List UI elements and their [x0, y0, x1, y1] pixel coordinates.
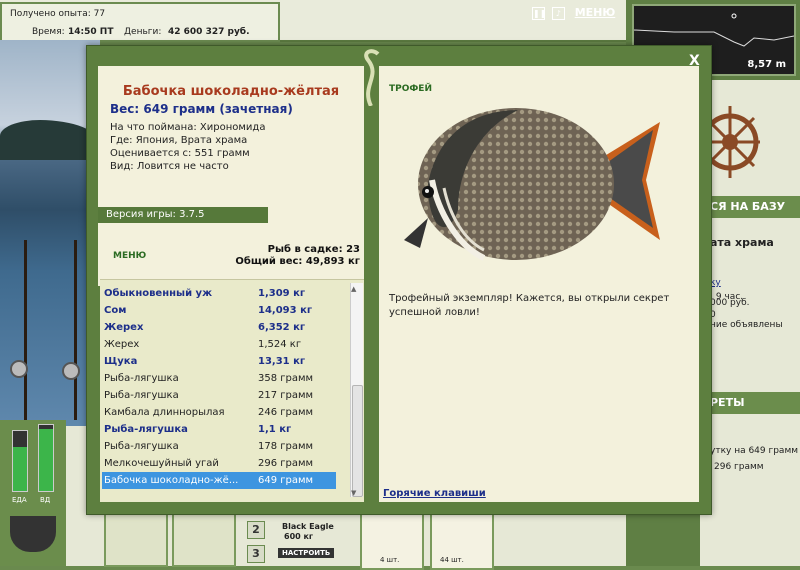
catch-row-weight: 246 грамм: [258, 407, 314, 418]
catch-list-row[interactable]: Рыба-лягушка 358 грамм: [102, 370, 336, 387]
top-icons: ❚❚ ♪ МЕНЮ: [532, 6, 615, 20]
catch-list-row[interactable]: Бабочка шоколадно-жё... 649 грамм: [102, 472, 336, 489]
scroll-up-icon[interactable]: ▲: [351, 285, 356, 293]
hook-qty: 4 шт.: [380, 556, 400, 564]
bait-slot[interactable]: [104, 513, 168, 567]
caught-on: На что поймана: Хирономида: [110, 122, 266, 133]
go-to-base-button[interactable]: СЯ НА БАЗУ: [700, 196, 800, 218]
side-line-3: 000 руб.: [710, 298, 750, 308]
catch-list-row[interactable]: Жерех 6,352 кг: [102, 319, 336, 336]
record-1: утку на 649 грамм: [710, 446, 799, 456]
fish-name: Бабочка шоколадно-жёлтая: [122, 84, 340, 99]
trophy-text: Трофейный экземпляр! Кажется, вы открыли…: [389, 293, 670, 318]
bucket-slot[interactable]: [172, 513, 236, 567]
catch-list-row[interactable]: Сом 14,093 кг: [102, 302, 336, 319]
catch-row-name: Рыба-лягушка: [104, 390, 179, 401]
setup-button[interactable]: НАСТРОИТЬ: [278, 548, 335, 558]
catch-row-weight: 358 грамм: [258, 373, 314, 384]
catch-list-row[interactable]: Жерех 1,524 кг: [102, 336, 336, 353]
catch-row-weight: 217 грамм: [258, 390, 314, 401]
catch-row-name: Рыба-лягушка: [104, 441, 179, 452]
catch-row-name: Рыба-лягушка: [104, 373, 179, 384]
catch-row-name: Камбала длиннорылая: [104, 407, 225, 418]
scroll-down-icon[interactable]: ▼: [351, 489, 356, 497]
hotkeys-link[interactable]: Горячие клавиши: [383, 488, 486, 499]
xp-label: Получено опыта: 77: [10, 9, 106, 19]
slot-3-button[interactable]: 3: [247, 545, 265, 563]
valued-from: Оценивается с: 551 грамм: [110, 148, 250, 159]
trophy-tag: ТРОФЕЙ: [389, 84, 432, 94]
catch-row-weight: 649 грамм: [258, 475, 314, 486]
catch-row-name: Рыба-лягушка: [104, 424, 188, 435]
money-value: 42 600 327 руб.: [168, 27, 250, 37]
catch-row-name: Сом: [104, 305, 127, 316]
fish-weight: Вес: 649 грамм (зачетная): [110, 102, 293, 116]
gear-name: Black Eagle: [282, 522, 334, 531]
sound-icon[interactable]: ♪: [551, 7, 565, 20]
food-gauge-label: ЕДА: [12, 496, 27, 504]
rod-1[interactable]: [24, 240, 27, 420]
catch-row-weight: 1,309 кг: [258, 288, 306, 299]
location-name: ата храма: [710, 236, 774, 249]
records-header[interactable]: РЕТЫ: [700, 392, 800, 414]
rod-2[interactable]: [74, 240, 77, 420]
catch-list-row[interactable]: Мелкочешуйный угай 296 грамм: [102, 455, 336, 472]
catch-row-name: Обыкновенный уж: [104, 288, 213, 299]
depth-value: 8,57 m: [747, 59, 786, 70]
catch-row-weight: 14,093 кг: [258, 305, 313, 316]
catch-row-weight: 296 грамм: [258, 458, 314, 469]
catch-row-weight: 6,352 кг: [258, 322, 306, 333]
fish-kind: Вид: Ловится не часто: [110, 161, 229, 172]
record-2: 296 грамм: [714, 462, 764, 472]
location: Где: Япония, Врата храма: [110, 135, 248, 146]
catch-row-name: Щука: [104, 356, 138, 367]
time-label: Время:: [32, 27, 65, 37]
catch-row-weight: 178 грамм: [258, 441, 314, 452]
catch-row-weight: 1,524 кг: [258, 339, 302, 350]
keepnet-count: Рыб в садке: 23: [267, 244, 360, 255]
catch-list-row[interactable]: Рыба-лягушка 1,1 кг: [102, 421, 336, 438]
time-value: 14:50 ПТ: [68, 27, 114, 37]
catch-row-name: Жерех: [104, 322, 144, 333]
stats-box: Получено опыта: 77 Время: 14:50 ПТ Деньг…: [0, 2, 280, 42]
lure-qty: 44 шт.: [440, 556, 464, 564]
drag-gauge-label: ВД: [40, 496, 51, 504]
catch-list-row[interactable]: Щука 13,31 кг: [102, 353, 336, 370]
catch-row-weight: 13,31 кг: [258, 356, 306, 367]
food-gauge: [12, 430, 28, 492]
top-menu-button[interactable]: МЕНЮ: [575, 6, 616, 19]
reel-2: [62, 362, 80, 380]
game-version: Версия игры: 3.7.5: [98, 207, 268, 223]
catch-list-row[interactable]: Рыба-лягушка 217 грамм: [102, 387, 336, 404]
side-line-5: ние объявлены: [710, 320, 783, 330]
catch-row-name: Бабочка шоколадно-жё...: [104, 475, 239, 486]
catch-row-weight: 1,1 кг: [258, 424, 292, 435]
catch-row-name: Жерех: [104, 339, 140, 350]
slot-2-button[interactable]: 2: [247, 521, 265, 539]
drag-gauge: [38, 424, 54, 492]
reel-1: [10, 360, 28, 378]
gear-weight: 600 кг: [284, 532, 314, 541]
scrollbar-thumb[interactable]: [352, 385, 363, 497]
catch-list-row[interactable]: Камбала длиннорылая 246 грамм: [102, 404, 336, 421]
money-label: Деньги:: [124, 27, 162, 37]
fish-image: [404, 108, 660, 261]
pause-icon[interactable]: ❚❚: [532, 7, 546, 20]
cauldron-icon[interactable]: [10, 516, 56, 552]
catch-list-row[interactable]: Обыкновенный уж 1,309 кг: [102, 285, 336, 302]
total-weight: Общий вес: 49,893 кг: [235, 256, 360, 267]
dialog-menu-button[interactable]: МЕНЮ: [113, 251, 146, 261]
catch-row-name: Мелкочешуйный угай: [104, 458, 219, 469]
catch-list-row[interactable]: Рыба-лягушка 178 грамм: [102, 438, 336, 455]
